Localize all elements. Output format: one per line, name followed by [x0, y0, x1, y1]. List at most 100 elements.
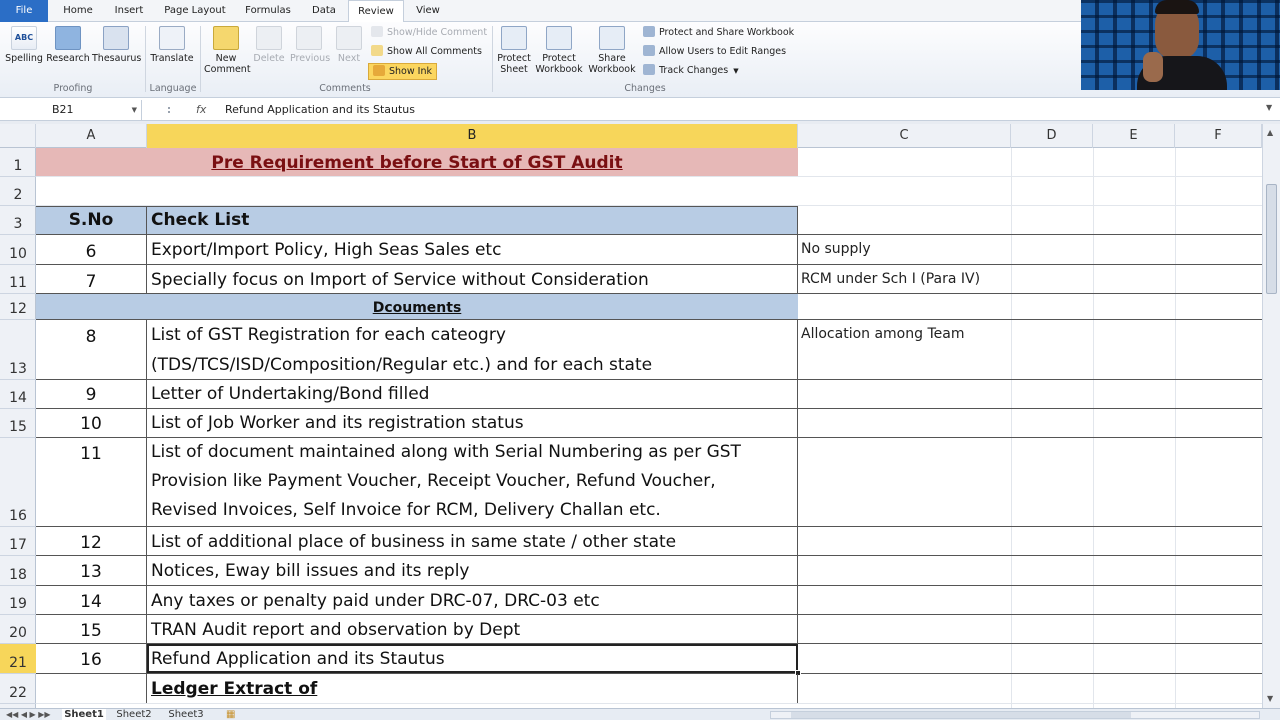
show-ink-label: Show Ink — [389, 66, 432, 77]
vertical-scrollbar[interactable]: ▲ ▼ — [1262, 124, 1280, 708]
cell-b[interactable]: Letter of Undertaking/Bond filled — [147, 380, 798, 408]
cell-a[interactable]: 7 — [36, 265, 147, 293]
sheet-tab-1[interactable]: Sheet1 — [62, 709, 106, 721]
select-all-corner[interactable] — [0, 124, 36, 148]
horizontal-scroll-thumb[interactable] — [791, 712, 1131, 718]
column-header-c[interactable]: C — [798, 124, 1011, 148]
cell-a[interactable]: 8 — [36, 320, 147, 379]
thesaurus-button[interactable]: Thesaurus — [92, 26, 141, 64]
tab-file[interactable]: File — [0, 0, 48, 22]
expand-formula-bar-button[interactable]: ▼ — [1266, 103, 1272, 112]
tab-home[interactable]: Home — [58, 0, 98, 22]
header-sno[interactable]: S.No — [36, 206, 147, 234]
sheet-title[interactable]: Pre Requirement before Start of GST Audi… — [36, 148, 798, 176]
table-row: S.No Check List — [36, 206, 1262, 235]
cell-b[interactable]: Specially focus on Import of Service wit… — [147, 265, 798, 293]
row-header[interactable]: 18 — [0, 556, 36, 586]
sheet-tab-3[interactable]: Sheet3 — [164, 709, 208, 721]
row-header[interactable]: 2 — [0, 177, 36, 206]
cell-a[interactable] — [36, 177, 147, 205]
row-header[interactable]: 15 — [0, 409, 36, 438]
cell-b[interactable]: List of GST Registration for each cateog… — [147, 320, 798, 379]
tab-formulas[interactable]: Formulas — [240, 0, 296, 22]
research-button[interactable]: Research — [46, 26, 90, 64]
scroll-up-arrow[interactable]: ▲ — [1267, 128, 1273, 137]
column-header-a[interactable]: A — [36, 124, 147, 148]
row-header[interactable]: 17 — [0, 527, 36, 556]
share-workbook-button[interactable]: Share Workbook — [586, 26, 638, 75]
show-hide-comment-button[interactable]: Show/Hide Comment — [371, 25, 487, 41]
cell-a[interactable]: 15 — [36, 615, 147, 643]
tab-insert[interactable]: Insert — [108, 0, 150, 22]
table-row: Dcouments — [36, 294, 1262, 320]
cell-b[interactable]: TRAN Audit report and observation by Dep… — [147, 615, 798, 643]
cell-a[interactable]: 9 — [36, 380, 147, 408]
spelling-button[interactable]: ABC Spelling — [4, 26, 44, 64]
presenter-hand — [1143, 52, 1163, 82]
cell-a[interactable]: 6 — [36, 235, 147, 264]
horizontal-scrollbar[interactable] — [770, 711, 1260, 719]
row-header[interactable]: 14 — [0, 380, 36, 409]
cell-b[interactable]: List of Job Worker and its registration … — [147, 409, 798, 437]
cell-b[interactable]: Notices, Eway bill issues and its reply — [147, 556, 798, 585]
cell-b[interactable]: List of additional place of business in … — [147, 527, 798, 555]
cell-a[interactable]: 14 — [36, 586, 147, 614]
row-header[interactable]: 13 — [0, 320, 36, 380]
sheet-tab-2[interactable]: Sheet2 — [112, 709, 156, 721]
header-checklist[interactable]: Check List — [147, 206, 798, 234]
cell-c[interactable]: No supply — [801, 235, 871, 263]
cell-a[interactable] — [36, 674, 147, 703]
previous-comment-button[interactable]: Previous — [290, 26, 330, 64]
insert-function-icon[interactable]: fx — [196, 100, 206, 120]
row-header[interactable]: 3 — [0, 206, 36, 235]
cell-c[interactable]: RCM under Sch I (Para IV) — [801, 265, 980, 293]
insert-sheet-icon[interactable]: ▦ — [226, 709, 235, 721]
cell-a[interactable]: 12 — [36, 527, 147, 555]
cell-a[interactable]: 13 — [36, 556, 147, 585]
cell-b[interactable] — [147, 177, 798, 205]
protect-sheet-button[interactable]: Protect Sheet — [494, 26, 534, 75]
column-header-d[interactable]: D — [1011, 124, 1093, 148]
column-header-e[interactable]: E — [1093, 124, 1175, 148]
cell-b[interactable]: Ledger Extract of — [147, 674, 798, 703]
formula-input[interactable]: Refund Application and its Stautus — [225, 100, 415, 120]
cell-a[interactable]: 11 — [36, 438, 147, 526]
show-ink-button[interactable]: Show Ink — [368, 63, 437, 80]
row-header[interactable]: 19 — [0, 586, 36, 615]
cell-a[interactable]: 16 — [36, 644, 147, 673]
selected-cell-b21[interactable]: Refund Application and its Stautus — [147, 644, 798, 673]
track-changes-button[interactable]: Track Changes ▼ — [643, 63, 739, 79]
protect-workbook-button[interactable]: Protect Workbook — [534, 26, 584, 75]
cell-c[interactable]: Allocation among Team — [801, 320, 964, 348]
cell-b[interactable]: List of document maintained along with S… — [147, 438, 798, 526]
row-header[interactable]: 22 — [0, 674, 36, 704]
allow-users-edit-ranges-button[interactable]: Allow Users to Edit Ranges — [643, 44, 786, 60]
scroll-down-arrow[interactable]: ▼ — [1267, 694, 1273, 703]
translate-button[interactable]: Translate — [150, 26, 194, 64]
new-comment-button[interactable]: New Comment — [204, 26, 251, 75]
show-all-comments-button[interactable]: Show All Comments — [371, 44, 482, 60]
cell-b[interactable]: Any taxes or penalty paid under DRC-07, … — [147, 586, 798, 614]
row-header-selected[interactable]: 21 — [0, 644, 36, 674]
tab-data[interactable]: Data — [306, 0, 342, 22]
row-header[interactable]: 16 — [0, 438, 36, 527]
row-header[interactable]: 12 — [0, 294, 36, 320]
protect-share-workbook-button[interactable]: Protect and Share Workbook — [643, 25, 794, 41]
row-header[interactable]: 10 — [0, 235, 36, 265]
cell-a[interactable]: 10 — [36, 409, 147, 437]
delete-comment-button[interactable]: Delete — [250, 26, 288, 64]
row-header[interactable]: 20 — [0, 615, 36, 644]
scroll-thumb[interactable] — [1266, 184, 1277, 294]
tab-page-layout[interactable]: Page Layout — [160, 0, 230, 22]
column-header-b[interactable]: B — [147, 124, 798, 148]
tab-review[interactable]: Review — [348, 0, 404, 23]
sheet-nav-arrows[interactable]: ◀◀ ◀ ▶ ▶▶ — [6, 709, 51, 721]
name-box[interactable]: B21 ▼ — [0, 100, 142, 120]
column-header-f[interactable]: F — [1175, 124, 1262, 148]
section-heading[interactable]: Dcouments — [36, 294, 798, 319]
row-header[interactable]: 11 — [0, 265, 36, 294]
next-comment-button[interactable]: Next — [330, 26, 368, 64]
row-header[interactable]: 1 — [0, 148, 36, 177]
tab-view[interactable]: View — [410, 0, 446, 22]
cell-b[interactable]: Export/Import Policy, High Seas Sales et… — [147, 235, 798, 264]
